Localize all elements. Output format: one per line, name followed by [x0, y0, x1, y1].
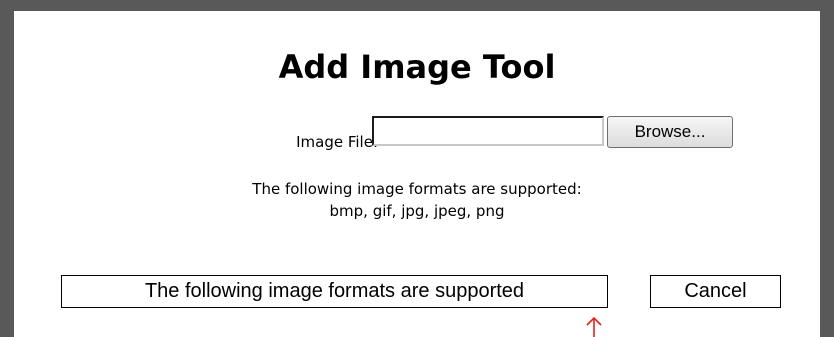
image-file-label: Image File: [296, 133, 378, 151]
supported-formats-heading: The following image formats are supporte… [252, 180, 582, 198]
up-arrow-icon [586, 316, 602, 337]
dialog-title: Add Image Tool [278, 48, 556, 86]
browse-button[interactable]: Browse... [607, 116, 733, 148]
supported-formats-tooltip: The following image formats are supporte… [61, 275, 608, 308]
image-file-input[interactable] [372, 116, 604, 146]
cancel-button[interactable]: Cancel [650, 275, 781, 308]
add-image-dialog: Add Image Tool Image File: Browse... The… [14, 11, 820, 337]
supported-formats-list: bmp, gif, jpg, jpeg, png [329, 202, 505, 220]
window-frame: Add Image Tool Image File: Browse... The… [0, 0, 834, 337]
